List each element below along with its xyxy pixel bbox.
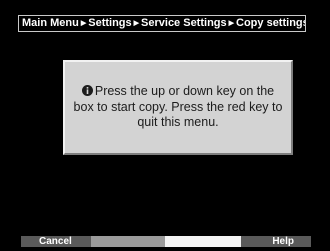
- info-dialog: Press the up or down key on the box to s…: [63, 60, 293, 155]
- breadcrumb-item-service-settings: Service Settings: [141, 17, 227, 29]
- breadcrumb: Main Menu ▶ Settings ▶ Service Settings ▶ Copy…: [18, 15, 306, 32]
- info-icon: [81, 85, 93, 97]
- copy-settings-screen: { "breadcrumb": { "items": ["Main Menu",…: [0, 0, 330, 251]
- breadcrumb-separator-icon: ▶: [80, 20, 87, 27]
- dialog-text: Press the up or down key on the box to s…: [65, 84, 291, 131]
- breadcrumb-separator-icon: ▶: [133, 20, 140, 27]
- breadcrumb-item-main-menu: Main Menu: [22, 17, 79, 29]
- cancel-button[interactable]: Cancel: [21, 236, 91, 247]
- breadcrumb-item-copy-settings: Copy settings: [236, 17, 306, 29]
- function-key-bar: Cancel Help: [21, 236, 311, 247]
- function-key-2-button[interactable]: [91, 236, 165, 247]
- dialog-message: Press the up or down key on the box to s…: [73, 84, 283, 130]
- help-button[interactable]: Help: [241, 236, 311, 247]
- breadcrumb-item-settings: Settings: [88, 17, 132, 29]
- function-key-3-button[interactable]: [165, 236, 241, 247]
- breadcrumb-separator-icon: ▶: [228, 20, 235, 27]
